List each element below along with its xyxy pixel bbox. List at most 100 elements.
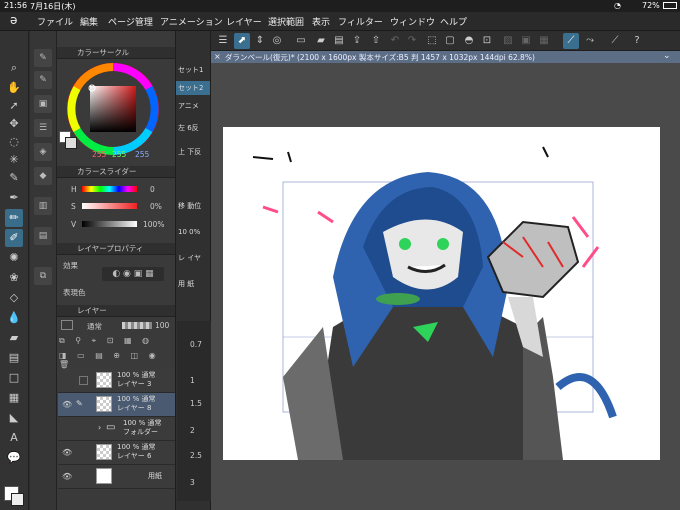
brush-size-1[interactable]: 1	[190, 376, 195, 385]
subtool-pencil-icon[interactable]: ✎	[34, 49, 52, 67]
open-folder-icon[interactable]: ▰	[313, 33, 329, 49]
color-wheel[interactable]	[65, 61, 161, 157]
text-tool-icon[interactable]: A	[5, 429, 23, 447]
app-logo-icon[interactable]: ǝ	[10, 13, 17, 27]
help-icon[interactable]: ?	[629, 33, 645, 49]
subtool-nav-icon[interactable]: ⧉	[34, 267, 52, 285]
brush-size-3[interactable]: 3	[190, 478, 195, 487]
new-file-icon[interactable]: ▭	[293, 33, 309, 49]
move-position-button[interactable]: 移 動位	[178, 201, 208, 211]
set1-tab[interactable]: セット1	[176, 63, 210, 77]
menu-edit[interactable]: 編集	[80, 15, 98, 28]
tab-dropdown-icon[interactable]: ⌄	[663, 51, 671, 61]
subtool-panel-icon[interactable]: ▣	[34, 95, 52, 113]
layer-row-paper[interactable]: 👁 用紙	[58, 465, 175, 489]
blend-tool-icon[interactable]: 💧	[5, 309, 23, 327]
hand-tool-icon[interactable]: ✋	[5, 79, 23, 97]
opacity-slider[interactable]	[122, 322, 152, 329]
effect-buttons[interactable]: ◐ ◉ ▣ ▦	[102, 267, 164, 281]
operation-tool-icon[interactable]: ➚	[5, 97, 23, 115]
opacity-value[interactable]: 100	[155, 321, 169, 330]
document-tab[interactable]: × ダランベール(復元)* (2100 x 1600px 製本サイズ:B5 判 …	[211, 51, 680, 63]
fill-tool-icon[interactable]: ▰	[5, 329, 23, 347]
brush-size-1.5[interactable]: 1.5	[190, 399, 202, 408]
brush-tool-icon[interactable]: ✐	[5, 229, 23, 247]
sat-slider[interactable]	[82, 203, 137, 209]
menu-window[interactable]: ウィンドウ	[390, 15, 435, 28]
layer-row-selected[interactable]: 👁 ✎ 100 % 通常 レイヤー 8	[58, 393, 175, 417]
anime-tab[interactable]: アニメ	[176, 99, 210, 113]
pencil-tool-icon[interactable]: ✏	[5, 209, 23, 227]
stabilize-icon[interactable]: ⟋	[563, 33, 579, 49]
subtool-material-icon[interactable]: ◆	[34, 167, 52, 185]
subtool-slider-icon[interactable]: ▥	[34, 197, 52, 215]
ruler-snap-icon[interactable]: ⟋	[607, 33, 623, 49]
visibility-eye-icon[interactable]: 👁	[62, 448, 72, 457]
visibility-eye-icon[interactable]: 👁	[62, 472, 72, 481]
redo-icon[interactable]: ↷	[404, 33, 420, 49]
gradient-tool-icon[interactable]: ▤	[5, 349, 23, 367]
menu-layer[interactable]: レイヤー	[226, 15, 262, 28]
magic-wand-tool-icon[interactable]: ✳	[5, 151, 23, 169]
menu-view[interactable]: 表示	[312, 15, 330, 28]
companion-icon[interactable]: ◎	[269, 33, 285, 49]
stabilize2-icon[interactable]: ⤳	[582, 33, 598, 49]
undo-icon[interactable]: ↶	[387, 33, 403, 49]
lasso-tool-icon[interactable]: ◌	[5, 133, 23, 151]
menu-page[interactable]: ページ管理	[108, 15, 153, 28]
paper-button[interactable]: 用 紙	[178, 279, 208, 289]
layer-lock-checkbox[interactable]	[79, 376, 88, 385]
select-all-icon[interactable]: ⬚	[424, 33, 440, 49]
balloon-tool-icon[interactable]: 💬	[5, 449, 23, 467]
chevron-updown-icon[interactable]: ⇕	[252, 33, 268, 49]
deselect-icon[interactable]: ▢	[442, 33, 458, 49]
layer-tools-row2[interactable]: ◨ ▭ ▤ ⊕ ◫ ◉ 🗑	[59, 351, 173, 369]
layer-row[interactable]: 👁 100 % 通常 レイヤー 6	[58, 441, 175, 465]
snap-icon[interactable]: ▨	[500, 33, 516, 49]
crop-icon[interactable]: ⊡	[479, 33, 495, 49]
layer-row-folder[interactable]: › ▭ 100 % 通常 フォルダー	[58, 417, 175, 441]
layer-panel-header[interactable]: レイヤー	[57, 305, 175, 317]
set2-tab[interactable]: セット2	[176, 81, 210, 95]
fill-icon[interactable]: ◓	[461, 33, 477, 49]
circle-sub-swatch[interactable]	[65, 137, 77, 149]
flip-horizontal-button[interactable]: 左 6反	[178, 123, 208, 133]
close-tab-icon[interactable]: ×	[214, 52, 221, 61]
save-icon[interactable]: ▤	[331, 33, 347, 49]
color-slider-header[interactable]: カラースライダー	[57, 166, 175, 178]
airbrush-tool-icon[interactable]: ✺	[5, 249, 23, 267]
menu-selection[interactable]: 選択範囲	[268, 15, 304, 28]
pen-tool-icon[interactable]: ✒	[5, 189, 23, 207]
snap2-icon[interactable]: ▣	[518, 33, 534, 49]
menu-animation[interactable]: アニメーション	[160, 15, 223, 28]
sub-color-swatch[interactable]	[11, 493, 24, 506]
menu-file[interactable]: ファイル	[37, 15, 73, 28]
layer-row[interactable]: 100 % 通常 レイヤー 3	[58, 369, 175, 393]
cursor-icon[interactable]: ⬈	[234, 33, 250, 49]
subtool-layers-icon[interactable]: ◈	[34, 143, 52, 161]
layer-prop-header[interactable]: レイヤープロパティ	[57, 243, 175, 255]
zoom-100-button[interactable]: 10 0%	[178, 227, 208, 237]
drawing-canvas[interactable]	[223, 127, 660, 460]
blend-mode-select[interactable]: 通常	[87, 321, 102, 332]
brush-size-0.7[interactable]: 0.7	[190, 340, 202, 349]
layer-tools-row1[interactable]: ⧉ ⚲ ⌖ ⊡ ▦ ◍	[59, 336, 173, 346]
subtool-history-icon[interactable]: ▤	[34, 227, 52, 245]
share-icon[interactable]: ⇧	[368, 33, 384, 49]
eyedropper-tool-icon[interactable]: ✎	[5, 169, 23, 187]
subtool-detail-icon[interactable]: ☰	[34, 119, 52, 137]
ruler-tool-icon[interactable]: ◣	[5, 409, 23, 427]
zoom-tool-icon[interactable]: ⌕	[5, 59, 23, 77]
brush-size-2[interactable]: 2	[190, 426, 195, 435]
eraser-tool-icon[interactable]: ◇	[5, 289, 23, 307]
figure-tool-icon[interactable]: □	[5, 369, 23, 387]
menu-icon[interactable]: ☰	[215, 33, 231, 49]
layer-mask-icon[interactable]	[61, 320, 73, 330]
menu-help[interactable]: ヘルプ	[440, 15, 467, 28]
menu-filter[interactable]: フィルター	[338, 15, 383, 28]
folder-expand-icon[interactable]: ›	[98, 423, 101, 432]
hue-slider[interactable]	[82, 186, 137, 192]
flip-vertical-button[interactable]: 上 下反	[178, 147, 208, 157]
color-circle-header[interactable]: カラーサークル	[57, 47, 175, 59]
brush-size-2.5[interactable]: 2.5	[190, 451, 202, 460]
